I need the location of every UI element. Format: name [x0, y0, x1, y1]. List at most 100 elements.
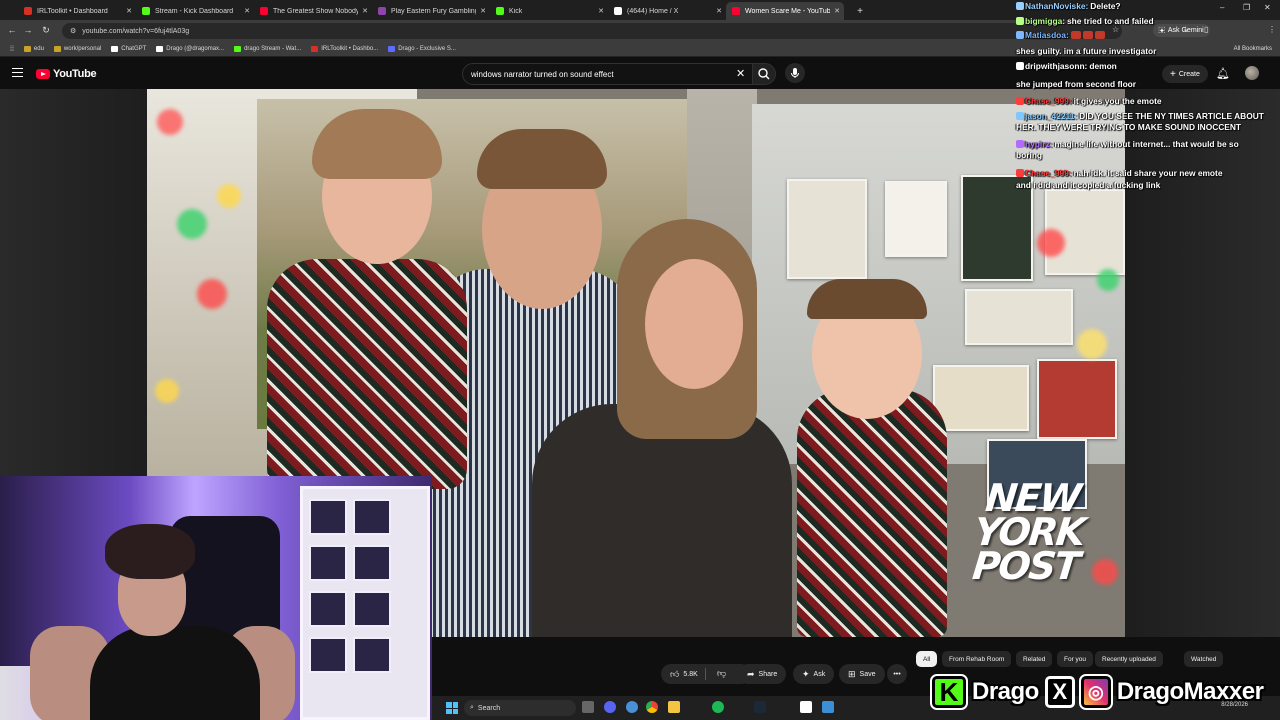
tab-close-icon[interactable]: ✕ [244, 7, 250, 15]
chat-badge-icon [1016, 62, 1024, 70]
save-playlist-icon: ⊞ [848, 668, 856, 679]
bookmark-item[interactable]: edu [23, 46, 44, 52]
thumbs-down-icon[interactable]: 👎︎ [717, 668, 726, 679]
bokeh-light [155, 379, 179, 403]
microphone-icon [791, 68, 799, 78]
chat-emote-icon [1070, 31, 1081, 39]
bookmark-icon [23, 46, 31, 52]
tab-close-icon[interactable]: ✕ [480, 7, 486, 15]
chrome-icon[interactable] [646, 701, 658, 713]
x-logo: X [1044, 676, 1075, 708]
chat-message: dripwithjasonn: demon [1016, 61, 1117, 72]
forward-icon[interactable]: → [20, 25, 36, 35]
tab-label: Stream - Kick Dashboard [155, 7, 234, 15]
spotify-icon[interactable] [712, 701, 724, 713]
tab-label: The Greatest Show Nobody Is W [273, 7, 358, 15]
bookmark-item[interactable]: Drago - Exclusive S... [388, 46, 456, 52]
taskbar-search[interactable]: ⌕ Search [464, 700, 576, 716]
ask-label: Ask [813, 670, 826, 678]
like-divider [705, 668, 706, 680]
chat-badge-icon [1016, 140, 1024, 148]
chip-filter[interactable]: Related [1016, 651, 1053, 667]
chat-message: Chase_999: nah idk. it said share your ne… [1016, 168, 1223, 179]
bookmark-item[interactable]: IRLToolkit • Dashbo... [311, 46, 378, 52]
chat-emote-icon [1094, 31, 1105, 39]
bookmark-item[interactable]: ChatGPT [111, 46, 146, 52]
chat-username: jason_42211: [1025, 111, 1078, 121]
search-button[interactable] [752, 63, 776, 85]
bookmark-label: work/personal [63, 46, 102, 52]
address-bar[interactable]: ⚙ youtube.com/watch?v=6fuj4tlA03g [62, 23, 1122, 39]
settings-icon[interactable] [626, 701, 638, 713]
browser-tab[interactable]: Stream - Kick Dashboard ✕ [136, 2, 254, 20]
tab-close-icon[interactable]: ✕ [716, 7, 722, 15]
youtube-logo[interactable]: YouTube [36, 68, 97, 80]
thumbs-up-icon: 👍︎ [670, 668, 680, 679]
bookmark-icon [111, 46, 119, 52]
chat-badge-icon [1016, 97, 1024, 105]
chip-filter[interactable]: From Rehab Room [942, 651, 1012, 667]
tab-close-icon[interactable]: ✕ [834, 7, 840, 15]
bokeh-light [197, 279, 227, 309]
windows-start-icon[interactable] [446, 702, 458, 714]
clear-search-icon[interactable]: ✕ [736, 67, 745, 80]
save-button[interactable]: ⊞ Save [839, 664, 885, 684]
reload-icon[interactable]: ↻ [38, 25, 54, 36]
bokeh-light [1077, 329, 1107, 359]
tab-close-icon[interactable]: ✕ [362, 7, 368, 15]
bookmark-item[interactable]: work/personal [53, 46, 102, 52]
kick-logo: K [930, 674, 968, 710]
bookmark-label: Drago (@dragomax... [166, 46, 225, 52]
menu-hamburger-icon[interactable] [12, 68, 23, 77]
tab-favicon-icon [614, 7, 622, 15]
chat-badge-icon [1016, 112, 1024, 120]
chat-message: jason_42211: DID YOU SEE THE NY TIMES ART… [1016, 111, 1264, 122]
bookmark-item[interactable]: drago Stream - Wat... [234, 46, 301, 52]
browser-tab[interactable]: Women Scare Me - YouTube ✕ [726, 2, 844, 20]
chip-filter[interactable]: For you [1057, 651, 1094, 667]
chat-message: NathanNoviske: Delete? [1016, 1, 1121, 12]
notion-icon[interactable] [800, 701, 812, 713]
chat-username: bigmigga: [1025, 16, 1066, 26]
bookmark-item[interactable]: Drago (@dragomax... [156, 46, 224, 52]
browser-tab[interactable]: The Greatest Show Nobody Is W ✕ [254, 2, 372, 20]
chat-message: hypirz: magine life without internet... t… [1016, 139, 1239, 150]
chat-message: HER. THEY WERE TRYING TO MAKE SOUND INOC… [1016, 122, 1241, 133]
tab-close-icon[interactable]: ✕ [126, 7, 132, 15]
new-tab-button[interactable]: + [853, 2, 867, 20]
site-info-icon[interactable]: ⚙ [70, 27, 76, 35]
ask-button[interactable]: ✦ Ask [793, 664, 835, 684]
bookmark-icon [388, 46, 396, 52]
bookmark-icon [53, 46, 61, 52]
chat-text: she tried to and failed [1067, 16, 1154, 26]
more-actions-button[interactable]: ••• [887, 664, 907, 684]
share-button[interactable]: ➦ Share [738, 664, 787, 684]
discord-icon[interactable] [604, 701, 616, 713]
chat-message: Matiasdoa: [1016, 30, 1107, 41]
bookmark-label: IRLToolkit • Dashbo... [321, 46, 379, 52]
browser-tab[interactable]: Kick ✕ [490, 2, 608, 20]
photos-icon[interactable] [822, 701, 834, 713]
browser-tab[interactable]: (4644) Home / X ✕ [608, 2, 726, 20]
browser-tab[interactable]: Play Eastern Fury Gambling Ga ✕ [372, 2, 490, 20]
chip-filter[interactable]: Recently uploaded [1095, 651, 1163, 667]
back-icon[interactable]: ← [4, 25, 20, 35]
chat-badge-icon [1016, 31, 1024, 39]
tab-close-icon[interactable]: ✕ [598, 7, 604, 15]
chat-username: NathanNoviske: [1025, 1, 1089, 11]
tab-label: Women Scare Me - YouTube [745, 7, 830, 15]
apps-grid-icon[interactable]: ⁞⁞ [10, 46, 14, 53]
task-view-icon[interactable] [582, 701, 594, 713]
chat-badge-icon [1016, 169, 1024, 177]
tab-label: IRLToolkit • Dashboard [37, 7, 108, 15]
steam-icon[interactable] [754, 701, 766, 713]
chip-filter[interactable]: All [916, 651, 938, 667]
voice-search-button[interactable] [785, 63, 805, 83]
chat-text: nah idk. it said share your new emote [1073, 168, 1223, 178]
webcam-overlay [0, 476, 432, 720]
chat-username: Chase_999: [1025, 96, 1072, 106]
chip-filter[interactable]: Watched [1184, 651, 1224, 667]
file-explorer-icon[interactable] [668, 701, 680, 713]
search-input[interactable]: windows narrator turned on sound effect [462, 63, 754, 85]
browser-tab[interactable]: IRLToolkit • Dashboard ✕ [18, 2, 136, 20]
